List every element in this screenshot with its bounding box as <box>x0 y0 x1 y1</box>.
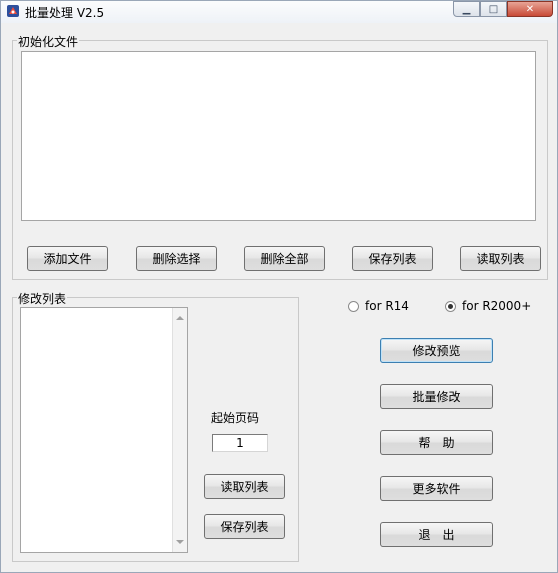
radio-r2000[interactable]: for R2000+ <box>445 299 531 313</box>
radio-r14[interactable]: for R14 <box>348 299 409 313</box>
window-title: 批量处理 V2.5 <box>25 6 105 20</box>
list-scrollbar[interactable] <box>172 308 187 552</box>
radio-r2000-label: for R2000+ <box>462 299 532 313</box>
modify-save-list-button[interactable]: 保存列表 <box>204 514 285 539</box>
save-list-button[interactable]: 保存列表 <box>352 246 433 271</box>
init-file-list[interactable] <box>21 51 536 221</box>
add-file-button[interactable]: 添加文件 <box>27 246 108 271</box>
preview-button[interactable]: 修改预览 <box>380 338 493 363</box>
modify-read-list-button[interactable]: 读取列表 <box>204 474 285 499</box>
radio-r14-label: for R14 <box>365 299 409 313</box>
start-page-label: 起始页码 <box>211 411 260 425</box>
help-button[interactable]: 帮 助 <box>380 430 493 455</box>
modify-list-box[interactable] <box>20 307 188 553</box>
app-icon <box>7 5 19 17</box>
init-file-legend: 初始化文件 <box>17 33 80 50</box>
scroll-up-icon[interactable] <box>176 316 184 320</box>
more-software-button[interactable]: 更多软件 <box>380 476 493 501</box>
app-window: 批量处理 V2.5 ▁ □ ✕ 初始化文件 添加文件 删除选择 删除全部 保存列… <box>0 0 558 573</box>
minimize-icon: ▁ <box>462 3 471 15</box>
close-icon: ✕ <box>525 3 535 15</box>
batch-modify-button[interactable]: 批量修改 <box>380 384 493 409</box>
delete-selected-button[interactable]: 删除选择 <box>136 246 217 271</box>
title-bar[interactable]: 批量处理 V2.5 ▁ □ ✕ <box>1 1 557 23</box>
radio-r2000-circle[interactable] <box>445 300 456 312</box>
close-button[interactable]: ✕ <box>507 1 553 17</box>
start-page-input[interactable]: 1 <box>212 434 268 452</box>
scroll-down-icon[interactable] <box>176 540 184 544</box>
read-list-button[interactable]: 读取列表 <box>460 246 541 271</box>
minimize-button[interactable]: ▁ <box>453 1 480 17</box>
exit-button[interactable]: 退 出 <box>380 522 493 547</box>
maximize-button[interactable]: □ <box>480 1 507 17</box>
maximize-icon: □ <box>488 3 499 15</box>
modify-list-legend: 修改列表 <box>17 290 68 307</box>
radio-r14-circle[interactable] <box>348 300 359 312</box>
delete-all-button[interactable]: 删除全部 <box>244 246 325 271</box>
